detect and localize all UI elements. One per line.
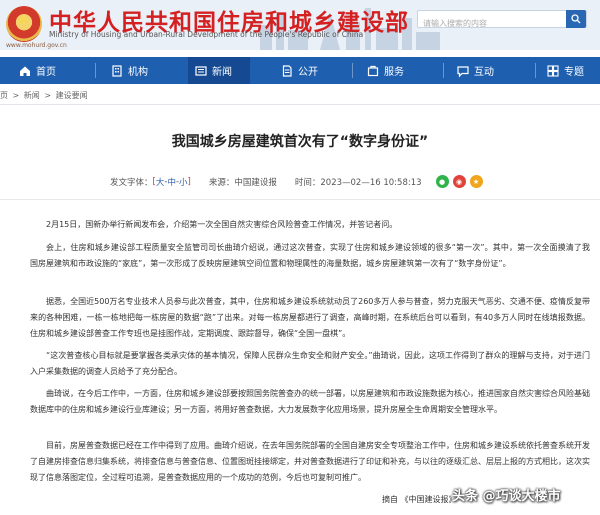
chat-icon bbox=[457, 65, 469, 77]
search-icon bbox=[571, 14, 581, 24]
breadcrumb-news[interactable]: 新闻 bbox=[24, 91, 40, 100]
article-paragraph: 据悉，全国近500万名专业技术人员参与此次普查，其中，住房和城乡建设系统就动员了… bbox=[30, 297, 590, 338]
nav-item-home[interactable]: 首页 bbox=[18, 57, 78, 84]
site-url: www.mohurd.gov.cn bbox=[6, 42, 67, 49]
article-paragraph: 2月15日，国新办举行新闻发布会，介绍第一次全国自然灾害综合风险普查工作情况，并… bbox=[46, 220, 398, 229]
share-buttons: ● ◉ ★ bbox=[432, 175, 483, 188]
article-paragraph: “这次普查核心目标就是要掌握各类承灾体的基本情况，保障人民群众生命安全和财产安全… bbox=[30, 351, 590, 376]
breadcrumb-current[interactable]: 建设要闻 bbox=[56, 91, 88, 100]
main-nav: 首页 机构 新闻 公开 服务 互动 专题 bbox=[0, 57, 600, 84]
article-title: 我国城乡房屋建筑首次有了“数字身份证” bbox=[171, 134, 429, 150]
nav-label: 专题 bbox=[564, 67, 584, 78]
article-paragraph: 曲琦说，在今后工作中，一方面，住房和城乡建设部要按照国务院普查办的统一部署，以房… bbox=[30, 389, 590, 414]
breadcrumb: 页 > 新闻 > 建设要闻 bbox=[0, 90, 90, 101]
national-emblem-icon: ★ bbox=[6, 6, 42, 42]
font-size-small-link[interactable]: 小 bbox=[179, 176, 188, 188]
home-icon bbox=[20, 66, 30, 76]
search-box bbox=[417, 10, 587, 32]
nav-label: 新闻 bbox=[212, 67, 232, 78]
article-paragraph: 目前，房屋普查数据已经在工作中得到了应用。曲琦介绍说，在去年国务院部署的全国自建… bbox=[30, 441, 590, 482]
breadcrumb-separator: > bbox=[44, 91, 52, 100]
nav-divider bbox=[443, 63, 444, 78]
font-size-close-bracket: ] bbox=[187, 176, 191, 187]
search-input[interactable] bbox=[418, 15, 558, 32]
weibo-icon[interactable]: ◉ bbox=[452, 175, 466, 188]
nav-divider bbox=[95, 63, 96, 78]
topic-icon bbox=[547, 64, 559, 77]
font-size-large-link[interactable]: 大 bbox=[156, 176, 165, 188]
wechat-icon[interactable]: ● bbox=[435, 175, 449, 188]
nav-item-interact[interactable]: 互动 bbox=[456, 57, 516, 84]
nav-divider bbox=[535, 63, 536, 78]
nav-label: 服务 bbox=[384, 67, 404, 78]
news-icon bbox=[195, 65, 207, 76]
article-paragraph: 会上，住房和城乡建设部工程质量安全监管司司长曲琦介绍说，通过这次普查，实现了住房… bbox=[30, 243, 590, 268]
service-icon bbox=[367, 65, 379, 76]
article-time: 时间：2023—02—16 10:58:13 bbox=[294, 177, 422, 188]
nav-item-org[interactable]: 机构 bbox=[110, 57, 170, 84]
nav-label: 首页 bbox=[36, 67, 56, 78]
nav-item-service[interactable]: 服务 bbox=[366, 57, 426, 84]
nav-label: 公开 bbox=[298, 67, 318, 78]
meta-divider bbox=[0, 199, 600, 200]
breadcrumb-separator: > bbox=[12, 91, 20, 100]
article-footer-source: 摘自 《中国建设报》 bbox=[382, 495, 457, 504]
nav-item-public[interactable]: 公开 bbox=[280, 57, 340, 84]
document-icon bbox=[282, 64, 292, 77]
article-source: 来源：中国建设报 bbox=[208, 177, 277, 188]
site-subtitle: Ministry of Housing and Urban-Rural Deve… bbox=[49, 30, 364, 39]
nav-label: 机构 bbox=[128, 67, 148, 78]
font-size-medium-link[interactable]: 中 bbox=[167, 176, 176, 188]
nav-label: 互动 bbox=[474, 67, 494, 78]
nav-divider bbox=[352, 63, 353, 78]
article-meta: 发文字体： [ 大 - 中 - 小 ] 来源：中国建设报 时间：2023—02—… bbox=[110, 175, 483, 188]
site-header: ★ 中华人民共和国住房和城乡建设部 Ministry of Housing an… bbox=[0, 0, 600, 50]
qzone-icon[interactable]: ★ bbox=[469, 175, 483, 188]
breadcrumb-home[interactable]: 页 bbox=[0, 91, 8, 100]
building-icon bbox=[112, 64, 122, 77]
nav-item-topic[interactable]: 专题 bbox=[546, 57, 600, 84]
search-button[interactable] bbox=[566, 10, 586, 28]
nav-item-news[interactable]: 新闻 bbox=[188, 57, 250, 84]
watermark: 头条 @巧谈大楼市 bbox=[452, 489, 561, 504]
breadcrumb-divider bbox=[0, 104, 600, 105]
font-size-label: 发文字体： bbox=[110, 177, 153, 188]
